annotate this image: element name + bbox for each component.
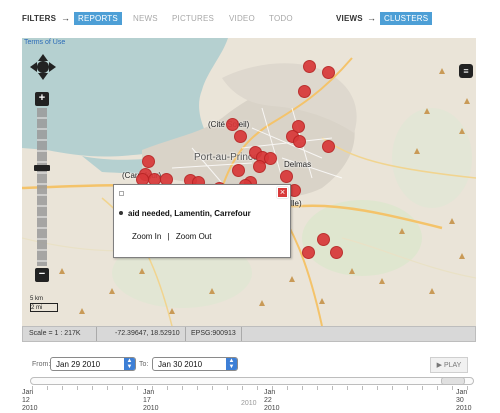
axis-label: Jan 17 2010 <box>143 389 159 412</box>
to-label: To: <box>139 361 149 368</box>
chevron-updown-icon: ▲ ▼ <box>226 358 237 370</box>
popup-zoom-links: Zoom In | Zoom Out <box>132 232 211 241</box>
filter-todo[interactable]: TODO <box>269 14 293 23</box>
timeline-tick <box>302 386 303 390</box>
from-date-select[interactable]: Jan 29 2010 ▲ ▼ <box>50 357 136 371</box>
timeline-tick <box>407 386 408 390</box>
from-label: From: <box>32 361 51 368</box>
scale-km: 5 km <box>30 296 58 304</box>
report-cluster[interactable] <box>226 118 239 131</box>
timeline-tick <box>392 386 393 390</box>
arrow-right-icon: → <box>61 13 70 23</box>
report-popup: × aid needed, Lamentin, Carrefour Zoom I… <box>113 184 291 258</box>
divider <box>185 327 186 341</box>
scale-readout: Scale = 1 : 217K <box>29 330 81 337</box>
popup-zoom-out-link[interactable]: Zoom Out <box>176 232 212 241</box>
timeline-tick <box>422 386 423 390</box>
report-cluster[interactable] <box>298 85 311 98</box>
zoom-in-button[interactable]: + <box>35 92 49 106</box>
report-cluster[interactable] <box>253 160 266 173</box>
terms-of-use-link[interactable]: Terms of Use <box>24 39 65 46</box>
scale-mi: 2 mi <box>30 304 58 312</box>
play-label: PLAY <box>443 362 462 369</box>
views-label: VIEWS <box>336 14 363 23</box>
pan-arrows-icon[interactable] <box>30 54 56 80</box>
axis-label: Jan 30 2010 <box>456 389 472 412</box>
timeline-tick <box>167 386 168 390</box>
report-cluster[interactable] <box>264 152 277 165</box>
report-cluster[interactable] <box>293 135 306 148</box>
axis-label: Jan 22 2010 <box>264 389 280 412</box>
timeline-tick <box>62 386 63 390</box>
timeline-tick <box>212 386 213 390</box>
zoom-slider[interactable] <box>37 108 47 266</box>
timeline-slider[interactable] <box>30 377 474 385</box>
zoom-slider-handle[interactable] <box>34 165 50 171</box>
divider <box>241 327 242 341</box>
timeline-tick <box>197 386 198 390</box>
report-cluster[interactable] <box>303 60 316 73</box>
map-status-bar: Scale = 1 : 217K -72.39647, 18.52910 EPS… <box>22 326 476 342</box>
popup-zoom-in-link[interactable]: Zoom In <box>132 232 161 241</box>
popup-separator: | <box>167 232 170 241</box>
place-delmas: Delmas <box>284 160 312 169</box>
timeline-tick <box>242 386 243 390</box>
play-button[interactable]: ▶ PLAY <box>430 357 468 373</box>
view-clusters[interactable]: CLUSTERS <box>380 12 433 25</box>
timeline-tick <box>437 386 438 390</box>
report-cluster[interactable] <box>142 155 155 168</box>
report-cluster[interactable] <box>317 233 330 246</box>
play-icon: ▶ <box>436 362 444 369</box>
report-cluster[interactable] <box>234 130 247 143</box>
timeline-tick <box>47 386 48 390</box>
divider <box>96 327 97 341</box>
timeline-tick <box>452 386 453 390</box>
timeline-tick <box>227 386 228 390</box>
report-cluster[interactable] <box>280 170 293 183</box>
filter-bar: FILTERS → REPORTS NEWS PICTURES VIDEO TO… <box>0 0 500 38</box>
axis-label: Jan 12 2010 <box>22 389 38 412</box>
filters-label: FILTERS <box>22 14 57 23</box>
timeline-tick <box>287 386 288 390</box>
timeline-slider-handle[interactable] <box>441 377 465 385</box>
coords-readout: -72.39647, 18.52910 <box>115 330 180 337</box>
timeline-tick <box>332 386 333 390</box>
report-cluster[interactable] <box>232 164 245 177</box>
timeline-tick <box>362 386 363 390</box>
timeline-tick <box>257 386 258 390</box>
report-cluster[interactable] <box>322 140 335 153</box>
timeline-tick <box>377 386 378 390</box>
timeline-tick <box>317 386 318 390</box>
popup-title[interactable]: aid needed, Lamentin, Carrefour <box>128 209 251 218</box>
arrow-right-icon: → <box>367 13 376 23</box>
projection-readout: EPSG:900913 <box>191 330 236 337</box>
filter-reports[interactable]: REPORTS <box>74 12 122 25</box>
axis-year: 2010 <box>241 400 257 407</box>
timeline-tick <box>347 386 348 390</box>
from-date-value: Jan 29 2010 <box>56 360 101 369</box>
bullet-icon <box>119 211 123 215</box>
to-date-value: Jan 30 2010 <box>158 360 203 369</box>
map-canvas[interactable]: Terms of Use ≡ + − 5 km 2 mi (Cité Solei… <box>22 38 476 326</box>
zoom-out-button[interactable]: − <box>35 268 49 282</box>
timeline-tick <box>77 386 78 390</box>
timeline-tick <box>137 386 138 390</box>
report-cluster[interactable] <box>330 246 343 259</box>
filter-video[interactable]: VIDEO <box>229 14 255 23</box>
filter-news[interactable]: NEWS <box>133 14 158 23</box>
popup-pin-icon <box>119 191 124 196</box>
timeline-tick <box>122 386 123 390</box>
chevron-updown-icon: ▲ ▼ <box>124 358 135 370</box>
timeline-tick <box>182 386 183 390</box>
timeline-tick <box>92 386 93 390</box>
report-cluster[interactable] <box>322 66 335 79</box>
map-scale-bar: 5 km 2 mi <box>30 296 58 312</box>
report-cluster[interactable] <box>302 246 315 259</box>
to-date-select[interactable]: Jan 30 2010 ▲ ▼ <box>152 357 238 371</box>
timeline-tick <box>107 386 108 390</box>
layers-icon[interactable]: ≡ <box>459 64 473 78</box>
close-icon[interactable]: × <box>277 187 288 198</box>
filter-pictures[interactable]: PICTURES <box>172 14 214 23</box>
